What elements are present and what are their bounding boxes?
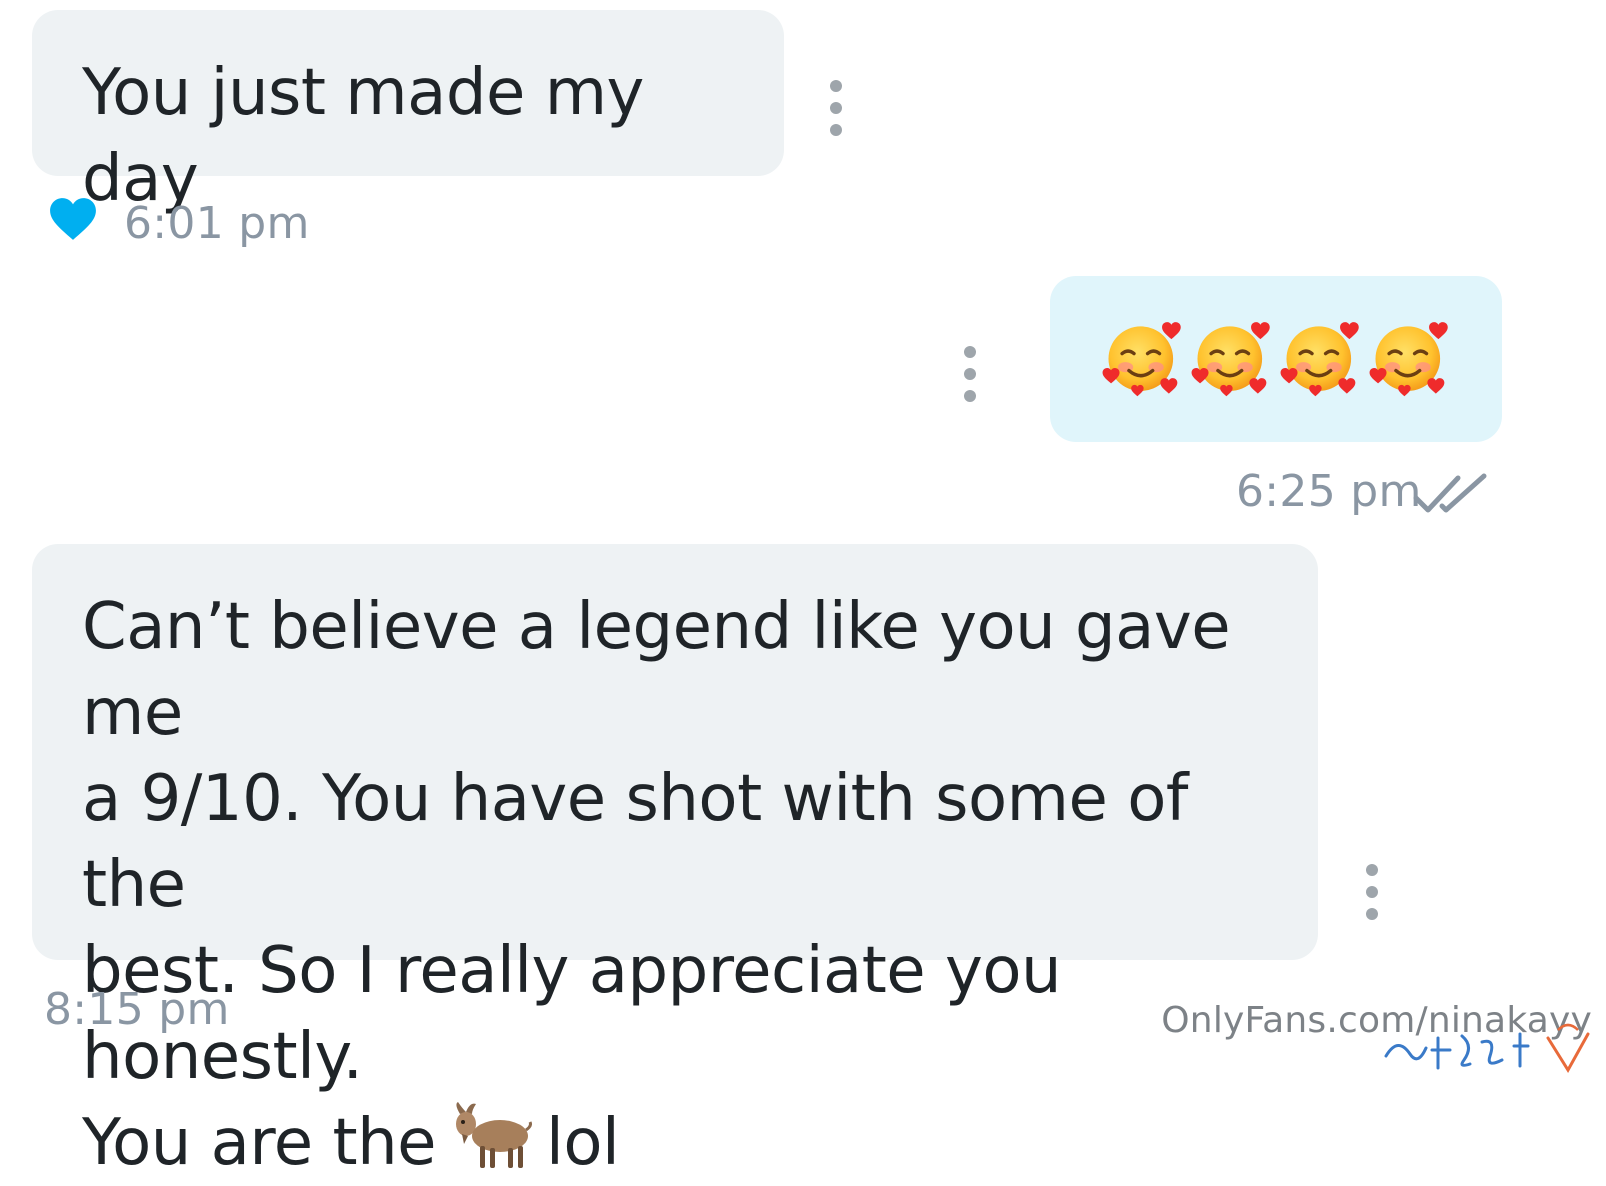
smiling-face-with-hearts-icon [1278,314,1363,400]
goat-emoji-icon [456,1102,533,1168]
double-check-icon [1413,473,1487,513]
message-bubble-3[interactable]: Can’t believe a legend like you gave me … [32,544,1318,1180]
heart-icon[interactable] [48,196,98,242]
smiling-face-with-hearts-icon [1189,314,1274,400]
message-line: You are the lol [82,1100,1268,1186]
smiling-face-with-hearts-icon [1367,314,1452,400]
message-menu-icon[interactable] [828,80,844,136]
message-timestamp: 8:15 pm [44,984,230,1035]
message-bubble-1[interactable]: You just made my day [32,10,784,216]
message-line: best. So I really appreciate you honestl… [82,934,1081,1094]
message-bubble-2[interactable] [1050,276,1502,442]
message-menu-icon[interactable] [962,346,978,402]
smiling-face-with-hearts-icon [1100,314,1185,400]
message-menu-icon[interactable] [1364,864,1380,920]
message-timestamp: 6:01 pm [124,198,310,249]
emoji-row [1100,314,1452,400]
message-text-fragment: You are the [82,1106,437,1180]
message-timestamp: 6:25 pm [1236,466,1422,517]
message-text: You just made my day [82,56,664,216]
signature-watermark [1384,1023,1590,1073]
message-text-fragment: lol [546,1106,620,1180]
message-line: Can’t believe a legend like you gave me [82,590,1250,750]
message-line: a 9/10. You have shot with some of the [82,762,1208,922]
